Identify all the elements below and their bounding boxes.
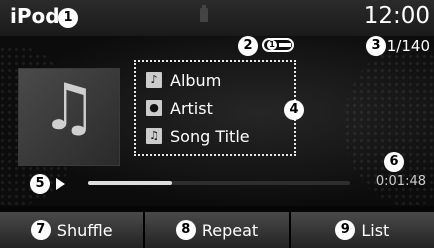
music-note-icon: ♫ <box>40 71 98 145</box>
repeat-one-indicator: 1 <box>262 38 294 52</box>
list-button[interactable]: 9 List <box>290 212 434 248</box>
play-icon[interactable] <box>56 178 65 190</box>
song-title: Song Title <box>170 126 250 146</box>
artist-row: ● Artist <box>146 98 213 118</box>
list-label: List <box>361 220 390 240</box>
album-art: ♫ <box>18 68 120 166</box>
source-title: iPod <box>10 4 60 28</box>
album-row: ♪ Album <box>146 70 221 90</box>
callout-3: 3 <box>366 36 386 56</box>
track-counter: 1/140 <box>386 37 430 55</box>
album-icon: ♪ <box>146 72 162 88</box>
callout-8: 8 <box>175 220 196 240</box>
callout-6: 6 <box>384 152 404 172</box>
progress-fill <box>88 181 172 185</box>
shuffle-button[interactable]: 7 Shuffle <box>0 212 146 248</box>
callout-2: 2 <box>238 36 258 56</box>
song-icon: ♫ <box>146 128 162 144</box>
callout-7: 7 <box>30 220 51 240</box>
repeat-one-icon: 1 <box>267 40 277 50</box>
ipod-screen: iPod 1 12:00 2 1 3 1/140 ♫ ♪ Album ● Art… <box>0 0 434 248</box>
elapsed-time: 0:01:48 <box>375 174 426 189</box>
callout-5: 5 <box>30 174 50 194</box>
album-name: Album <box>170 70 222 90</box>
status-bar: iPod 1 12:00 <box>0 0 434 36</box>
repeat-button[interactable]: 8 Repeat <box>145 212 291 248</box>
callout-4: 4 <box>284 100 304 120</box>
callout-9: 9 <box>335 220 356 240</box>
song-row: ♫ Song Title <box>146 126 250 146</box>
repeat-bar-icon <box>279 43 291 47</box>
artist-name: Artist <box>170 98 213 118</box>
phone-icon <box>200 5 208 22</box>
track-info-box: ♪ Album ● Artist ♫ Song Title <box>134 60 296 156</box>
callout-1: 1 <box>58 8 78 28</box>
bottom-button-bar: 7 Shuffle 8 Repeat 9 List <box>0 212 434 248</box>
artist-icon: ● <box>146 100 162 116</box>
clock: 12:00 <box>363 3 430 29</box>
progress-bar[interactable] <box>88 181 350 185</box>
repeat-label: Repeat <box>201 220 259 240</box>
shuffle-label: Shuffle <box>56 220 113 240</box>
